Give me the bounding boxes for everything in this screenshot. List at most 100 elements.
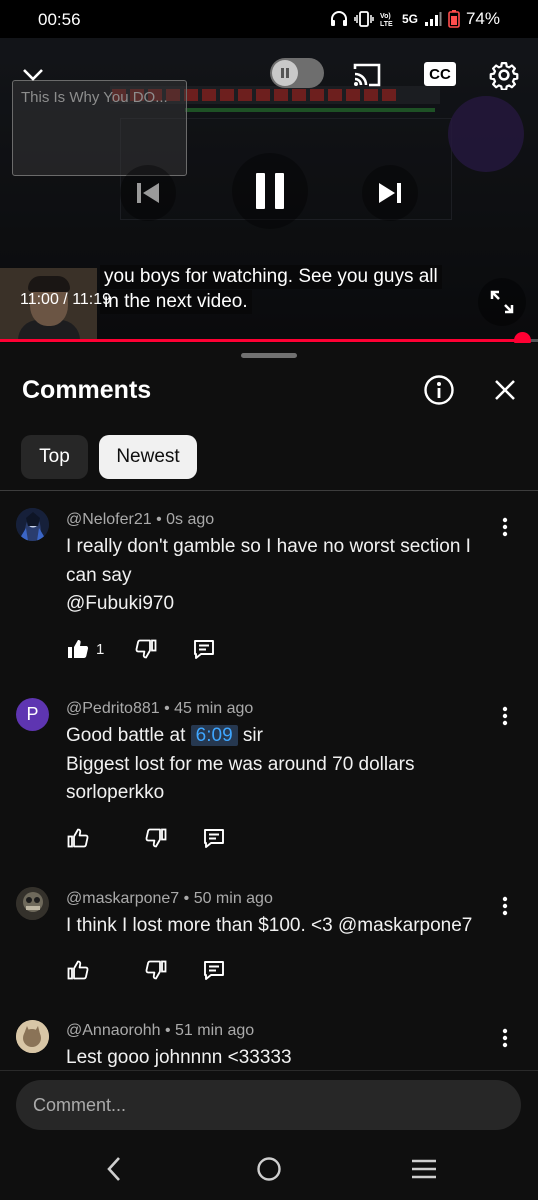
dislike-button[interactable] (134, 637, 158, 661)
system-nav-bar (0, 1133, 538, 1200)
comment-menu-button[interactable] (496, 704, 514, 728)
comment-line: Biggest lost for me was around 70 dollar… (66, 753, 415, 775)
comment-author[interactable]: @Nelofer21 (66, 511, 152, 528)
comment-line: Lest gooo johnnnn <33333 (66, 1047, 292, 1068)
comment-text: I think I lost more than $100. <3 @maska… (66, 912, 496, 941)
signal-icon (424, 11, 442, 27)
close-button[interactable] (490, 375, 520, 405)
like-button[interactable] (66, 637, 90, 661)
minimize-button[interactable] (18, 60, 48, 90)
more-vert-icon (502, 1028, 508, 1048)
comment-input[interactable]: Comment... (16, 1080, 521, 1130)
comment-menu-button[interactable] (496, 894, 514, 918)
comment-line: I really don't gamble so I have no worst… (66, 536, 471, 557)
volte-icon: Vo) LTE (380, 11, 396, 27)
previous-video-button[interactable] (120, 165, 176, 221)
reply-icon (204, 829, 224, 848)
like-button[interactable] (66, 958, 90, 982)
settings-button[interactable] (488, 59, 520, 91)
comment-line: Good battle at 6:09 sir (66, 722, 496, 751)
comment-meta: @Annaorohh • 51 min ago (66, 1022, 255, 1039)
comment-author[interactable]: @Pedrito881 (66, 700, 160, 717)
status-time: 00:56 (38, 10, 81, 29)
more-vert-icon (502, 517, 508, 537)
chevron-down-icon (23, 69, 43, 81)
network-type: 5G (401, 12, 418, 26)
comment-actions (66, 825, 226, 851)
info-button[interactable] (423, 374, 455, 406)
autoplay-knob (272, 60, 298, 86)
nav-home-button[interactable] (253, 1153, 285, 1185)
comment-text: Good battle at 6:09 sir Biggest lost for… (66, 722, 496, 808)
like-button[interactable] (66, 826, 90, 850)
next-video-button[interactable] (362, 165, 418, 221)
thumbs-down-icon (145, 828, 167, 848)
autoplay-toggle[interactable] (270, 58, 324, 88)
avatar[interactable] (16, 887, 49, 920)
comments-title: Comments (22, 376, 152, 404)
fullscreen-button[interactable] (478, 278, 526, 326)
video-title: This Is Why You DO... (21, 89, 168, 106)
thumbs-up-icon (67, 960, 89, 980)
comment-text: I really don't gamble so I have no worst… (66, 533, 496, 619)
comment-text-part: Good battle at (66, 725, 186, 746)
comment-line: I think I lost more than $100. <3 @maska… (66, 915, 473, 936)
recents-icon (412, 1159, 436, 1179)
pause-button[interactable] (232, 153, 308, 229)
drag-handle[interactable] (241, 353, 297, 358)
tab-top[interactable]: Top (21, 435, 88, 479)
caption-line-1: you boys for watching. See you guys all (100, 265, 442, 289)
captions-button[interactable]: CC (424, 62, 456, 86)
comment-meta: @Pedrito881 • 45 min ago (66, 700, 254, 717)
tab-newest[interactable]: Newest (99, 435, 197, 479)
dislike-button[interactable] (144, 826, 168, 850)
thumbs-down-icon (145, 960, 167, 980)
comment-actions: 1 (66, 636, 216, 662)
thumbs-down-icon (135, 639, 157, 659)
avatar[interactable] (16, 508, 49, 541)
comment-item: @maskarpone7 • 50 min ago I think I lost… (0, 883, 538, 993)
status-icons: Vo) LTE 5G 74% (330, 9, 500, 29)
comment-item: @Annaorohh • 51 min ago Lest gooo johnnn… (0, 1015, 538, 1071)
comment-meta: @maskarpone7 • 50 min ago (66, 890, 273, 907)
svg-text:Vo): Vo) (380, 13, 391, 20)
comment-author[interactable]: @Annaorohh (66, 1022, 161, 1039)
comment-actions (66, 957, 226, 983)
video-player[interactable]: This Is Why You DO... CC you boys for wa… (0, 38, 538, 343)
comment-input-bar: Comment... (0, 1071, 538, 1133)
comment-line: @Fubuki970 (66, 593, 175, 614)
avatar[interactable] (16, 1020, 49, 1053)
comment-menu-button[interactable] (496, 515, 514, 539)
close-icon (495, 380, 515, 400)
reply-icon (194, 640, 215, 659)
comment-text: Lest gooo johnnnn <33333 (66, 1044, 496, 1071)
comment-item: @Nelofer21 • 0s ago I really don't gambl… (0, 503, 538, 673)
comment-text-part: sir (242, 725, 263, 746)
cast-icon (353, 63, 381, 87)
fullscreen-icon (490, 290, 514, 314)
timestamp-link[interactable]: 6:09 (190, 725, 238, 746)
video-title-card: This Is Why You DO... (12, 80, 187, 176)
vibrate-icon (354, 11, 374, 27)
reply-button[interactable] (202, 958, 226, 982)
pause-icon (256, 173, 284, 209)
nav-back-button[interactable] (98, 1153, 130, 1185)
headphones-icon (330, 11, 348, 27)
caption-line-2: in the next video. (100, 290, 252, 314)
progress-scrubber[interactable] (513, 332, 531, 343)
comment-time: 51 min ago (175, 1022, 255, 1039)
comment-menu-button[interactable] (496, 1026, 514, 1050)
battery-percent: 74% (465, 9, 500, 28)
comment-item: P @Pedrito881 • 45 min ago Good battle a… (0, 693, 538, 863)
comment-meta: @Nelofer21 • 0s ago (66, 511, 215, 528)
battery-icon (448, 10, 460, 28)
skip-previous-icon (137, 183, 159, 203)
comment-time: 50 min ago (193, 890, 273, 907)
dislike-button[interactable] (144, 958, 168, 982)
reply-button[interactable] (192, 637, 216, 661)
avatar[interactable]: P (16, 698, 49, 731)
nav-recents-button[interactable] (408, 1153, 440, 1185)
cast-button[interactable] (350, 60, 384, 90)
comment-author[interactable]: @maskarpone7 (66, 890, 179, 907)
reply-button[interactable] (202, 826, 226, 850)
